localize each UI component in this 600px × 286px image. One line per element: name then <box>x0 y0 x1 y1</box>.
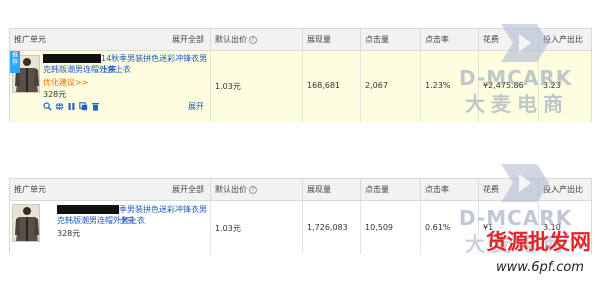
default-bid-cell[interactable]: 1.03元 <box>210 51 302 122</box>
search-icon[interactable] <box>43 102 52 111</box>
help-icon[interactable]: ? <box>249 35 257 44</box>
col-header-ctr[interactable]: 点击率 <box>420 179 478 200</box>
col-header-default-bid[interactable]: 默认出价? <box>210 29 302 50</box>
ctr-cell: 1.23% <box>420 51 478 122</box>
promotion-table-2: 推广单元 展开全部 默认出价? 展现量 点击量 点击率 花费 投入产出比 季男装… <box>9 178 592 254</box>
product-price: 328元 <box>43 90 67 99</box>
help-icon[interactable]: ? <box>249 185 257 194</box>
table-row: 季男装拼色迷彩冲锋衣男士夹 克韩版潮男连帽外套上衣 328元 1.03元 1,7… <box>10 201 591 254</box>
col-header-roi[interactable]: 投入产出比 <box>538 29 593 50</box>
col-header-clicks[interactable]: 点击量 <box>360 179 420 200</box>
col-header-roi[interactable]: 投入产出比 <box>538 179 593 200</box>
pause-icon[interactable] <box>67 102 76 111</box>
jacket-image <box>13 205 39 241</box>
col-header-spend[interactable]: 花费 <box>478 29 538 50</box>
clicks-cell: 10,509 <box>360 201 420 254</box>
table-header: 推广单元 展开全部 默认出价? 展现量 点击量 点击率 花费 投入产出比 <box>10 29 591 51</box>
table-row: 推荐 14秋季男装拼色迷彩冲锋衣男士夹 克韩版潮男连帽外套上衣 优化建议>> 3… <box>10 51 591 122</box>
col-header-unit: 推广单元 展开全部 <box>10 29 210 50</box>
promotion-table-1: 推广单元 展开全部 默认出价? 展现量 点击量 点击率 花费 投入产出比 推荐 … <box>9 28 592 122</box>
unit-cell: 推荐 14秋季男装拼色迷彩冲锋衣男士夹 克韩版潮男连帽外套上衣 优化建议>> 3… <box>10 51 210 122</box>
impressions-cell: 1,726,083 <box>302 201 360 254</box>
col-header-clicks[interactable]: 点击量 <box>360 29 420 50</box>
col-header-ctr[interactable]: 点击率 <box>420 29 478 50</box>
recommend-badge: 推荐 <box>10 51 20 73</box>
copy-icon[interactable] <box>79 102 88 111</box>
impressions-cell: 168,681 <box>302 51 360 122</box>
spend-cell: ¥2,475.86 <box>478 51 538 122</box>
expand-all-link[interactable]: 展开全部 <box>172 29 204 50</box>
product-title-link-line2[interactable]: 克韩版潮男连帽外套上衣 <box>57 215 207 226</box>
clicks-cell: 2,067 <box>360 51 420 122</box>
roi-cell: 3.23 <box>538 51 593 122</box>
globe-icon[interactable] <box>55 102 64 111</box>
redacted-title <box>57 205 119 214</box>
redacted-title <box>43 54 101 63</box>
col-header-unit: 推广单元 展开全部 <box>10 179 210 200</box>
col-unit-label: 推广单元 <box>14 35 46 44</box>
spend-cell: ¥1 <box>478 201 538 254</box>
col-unit-label: 推广单元 <box>14 185 46 194</box>
site-watermark-url: www.6pf.com <box>496 260 584 275</box>
table-header: 推广单元 展开全部 默认出价? 展现量 点击量 点击率 花费 投入产出比 <box>10 179 591 201</box>
delete-icon[interactable] <box>91 102 100 111</box>
col-header-spend[interactable]: 花费 <box>478 179 538 200</box>
col-header-impressions[interactable]: 展现量 <box>302 29 360 50</box>
product-price: 328元 <box>57 229 81 238</box>
expand-row-link[interactable]: 展开 <box>188 101 204 112</box>
ctr-cell: 0.61% <box>420 201 478 254</box>
product-thumbnail[interactable] <box>12 204 40 242</box>
roi-cell: 3.10 <box>538 201 593 254</box>
col-header-impressions[interactable]: 展现量 <box>302 179 360 200</box>
unit-cell: 季男装拼色迷彩冲锋衣男士夹 克韩版潮男连帽外套上衣 328元 <box>10 201 210 254</box>
default-bid-cell[interactable]: 1.03元 <box>210 201 302 254</box>
product-title-link-line2[interactable]: 克韩版潮男连帽外套上衣 <box>43 64 203 75</box>
expand-all-link[interactable]: 展开全部 <box>172 179 204 200</box>
col-header-default-bid[interactable]: 默认出价? <box>210 179 302 200</box>
optimize-suggestion-link[interactable]: 优化建议>> <box>43 77 88 88</box>
